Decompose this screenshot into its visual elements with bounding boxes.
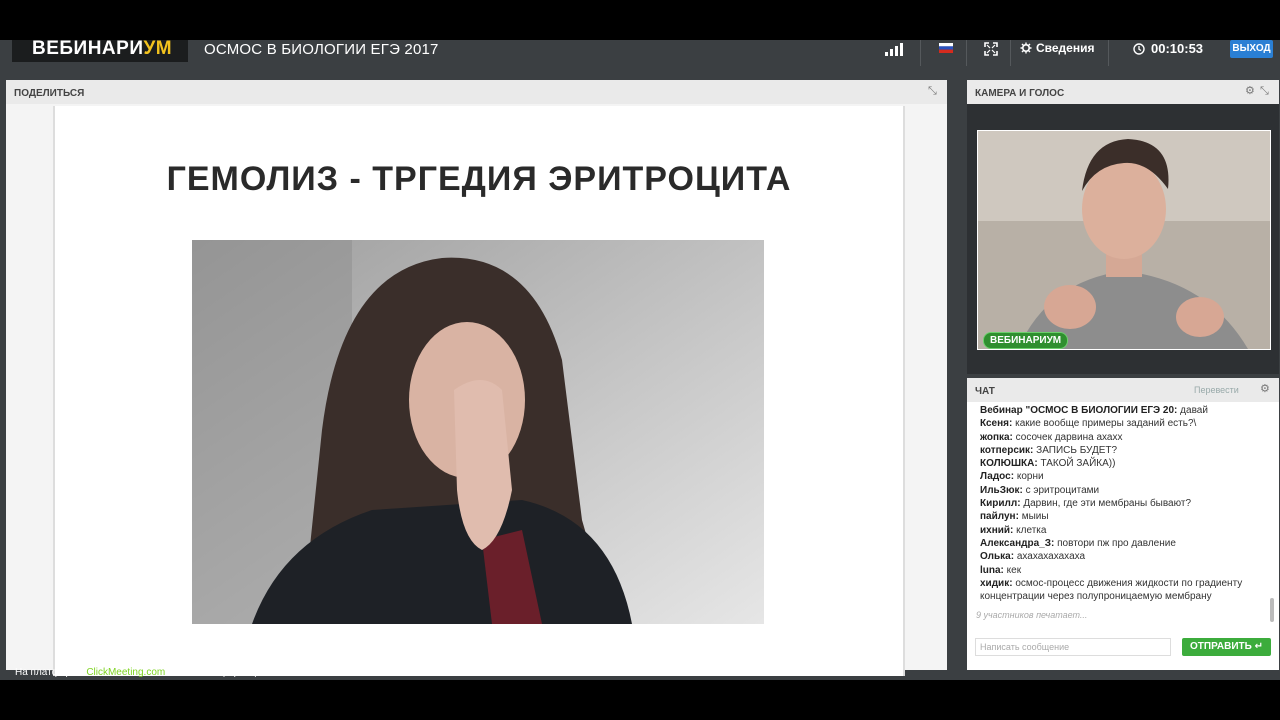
presenter-badge: ВЕБИНАРИУМ	[983, 332, 1069, 349]
logo-text: ВЕБИНАРИ	[32, 38, 144, 59]
chat-panel: ЧАТ Перевести ⚙ Вебинар "ОСМОС В БИОЛОГИ…	[967, 378, 1279, 670]
slide-title: ГЕМОЛИЗ - ТРГЕДИЯ ЭРИТРОЦИТА	[166, 160, 792, 198]
timer-value: 00:10:53	[1151, 41, 1204, 56]
chat-message-input[interactable]	[975, 638, 1171, 656]
webinar-title: ОСМОС В БИОЛОГИИ ЕГЭ 2017	[204, 41, 439, 58]
language-flag-icon[interactable]	[939, 43, 953, 53]
session-timer: 00:10:53	[1133, 41, 1203, 56]
settings-icon[interactable]: ⚙	[1245, 85, 1255, 97]
chat-header: ЧАТ Перевести ⚙	[967, 378, 1279, 402]
camera-panel-title: КАМЕРА И ГОЛОС	[975, 88, 1065, 99]
chat-message: котперсик: ЗАПИСЬ БУДЕТ?	[980, 444, 1276, 457]
top-bar: ВЕБИНАРИУМ ОСМОС В БИОЛОГИИ ЕГЭ 2017 Све…	[0, 38, 1280, 66]
exit-button[interactable]: ВЫХОД	[1230, 40, 1273, 58]
chat-message: Вебинар "ОСМОС В БИОЛОГИИ ЕГЭ 20: давай	[980, 404, 1276, 417]
slide-area: ГЕМОЛИЗ - ТРГЕДИЯ ЭРИТРОЦИТА	[6, 104, 947, 676]
info-label: Сведения	[1036, 41, 1095, 55]
expand-icon[interactable]: ⤡	[928, 85, 937, 97]
toolbar-divider	[1108, 40, 1109, 66]
chat-message-author: Александра_З:	[980, 537, 1055, 549]
chat-message: ИльЗюк: с эритроцитами	[980, 484, 1276, 497]
clock-icon	[1133, 42, 1145, 55]
chat-message-author: жопка:	[980, 431, 1013, 443]
chat-message: Ладос: корни	[980, 470, 1276, 483]
chat-message: хидик: осмос-процесс движения жидкости п…	[980, 577, 1276, 604]
chat-message-author: хидик:	[980, 577, 1013, 589]
share-panel-header: ПОДЕЛИТЬСЯ ⤡	[6, 80, 947, 104]
chat-message-author: пайлун:	[980, 511, 1019, 523]
translate-link[interactable]: Перевести	[1194, 376, 1239, 404]
chat-message-text: ТАКОЙ ЗАЙКА))	[1040, 458, 1116, 470]
chat-message-text: какие вообще примеры заданий есть?\	[1015, 418, 1197, 430]
chat-message-text: мыиы	[1021, 511, 1049, 523]
chat-message-author: Вебинар "ОСМОС В БИОЛОГИИ ЕГЭ 20:	[980, 405, 1178, 416]
chat-message-text: осмос-процесс движения жидкости по гради…	[980, 577, 1243, 603]
logo-accent-text: УМ	[143, 38, 173, 59]
chat-message-author: Ксеня:	[980, 418, 1013, 430]
logo: ВЕБИНАРИУМ	[12, 38, 189, 62]
info-button[interactable]: Сведения	[1020, 41, 1094, 55]
chat-settings-icon[interactable]: ⚙	[1260, 383, 1270, 395]
toolbar-divider	[1010, 40, 1011, 66]
chat-message-author: Олька:	[980, 551, 1015, 563]
camera-panel-header: КАМЕРА И ГОЛОС ⚙ ⤡	[967, 80, 1279, 104]
chat-message: Олька: ахахахахахаха	[980, 550, 1276, 563]
chat-message: Кирилл: Дарвин, где эти мембраны бывают?	[980, 497, 1276, 510]
toolbar-divider	[966, 40, 967, 66]
send-button[interactable]: ОТПРАВИТЬ ↵	[1182, 638, 1271, 656]
chat-message-text: Дарвин, где эти мембраны бывают?	[1023, 498, 1192, 510]
chat-message-author: Кирилл:	[980, 498, 1021, 510]
chat-message: Александра_З: повтори пж про давление	[980, 537, 1276, 550]
chat-message-author: котперсик:	[980, 444, 1034, 456]
chat-scrollbar[interactable]	[1270, 598, 1274, 622]
chat-message-text: ЗАПИСЬ БУДЕТ?	[1036, 444, 1118, 456]
enter-icon: ↵	[1254, 641, 1263, 652]
share-panel-title: ПОДЕЛИТЬСЯ	[14, 88, 85, 99]
presenter-video[interactable]	[977, 130, 1271, 350]
expand-icon[interactable]: ⤡	[1260, 85, 1269, 97]
webinar-app: ВЕБИНАРИУМ ОСМОС В БИОЛОГИИ ЕГЭ 2017 Све…	[0, 38, 1280, 680]
chat-message: Ксеня: какие вообще примеры заданий есть…	[980, 417, 1276, 430]
chat-message-author: luna:	[980, 564, 1004, 576]
crying-woman-photo	[192, 240, 764, 624]
camera-panel: КАМЕРА И ГОЛОС ⚙ ⤡ ВЕБИНАРИУМ	[967, 80, 1279, 374]
chat-message: жопка: сосочек дарвина ахахх	[980, 431, 1276, 444]
chat-message-text: с эритроцитами	[1025, 484, 1100, 496]
chat-message-text: давай	[1180, 405, 1208, 416]
footer: На платформе ClickMeeting.com - Вести ко…	[15, 667, 269, 678]
fullscreen-icon[interactable]	[984, 42, 998, 56]
signal-strength-icon[interactable]	[885, 42, 907, 56]
footer-suffix: - Вести конференцию	[168, 667, 270, 678]
typing-status: 9 участников печатает...	[976, 610, 1088, 620]
footer-prefix: На платформе	[15, 667, 84, 678]
presentation-slide: ГЕМОЛИЗ - ТРГЕДИЯ ЭРИТРОЦИТА	[53, 106, 905, 676]
chat-message-text: корни	[1016, 471, 1044, 483]
chat-message-author: ИльЗюк:	[980, 484, 1023, 496]
chat-message-text: кек	[1006, 564, 1022, 576]
chat-message: luna: кек	[980, 564, 1276, 577]
toolbar-divider	[920, 40, 921, 66]
chat-message-text: ахахахахахаха	[1016, 551, 1086, 563]
chat-message-author: Ладос:	[980, 471, 1015, 483]
chat-message: ихний: клетка	[980, 524, 1276, 537]
chat-message-text: клетка	[1016, 524, 1047, 536]
chat-message: пайлун: мыиы	[980, 510, 1276, 523]
chat-message-text: сосочек дарвина ахахх	[1015, 431, 1123, 443]
send-label: ОТПРАВИТЬ	[1190, 641, 1252, 652]
clickmeeting-link[interactable]: ClickMeeting.com	[86, 667, 165, 678]
gear-icon	[1020, 42, 1032, 54]
chat-title: ЧАТ	[975, 386, 995, 397]
share-panel: ПОДЕЛИТЬСЯ ⤡ ГЕМОЛИЗ - ТРГЕДИЯ ЭРИТРОЦИТ…	[6, 80, 947, 676]
chat-message-author: ихний:	[980, 524, 1014, 536]
chat-message: КОЛЮШКА: ТАКОЙ ЗАЙКА))	[980, 457, 1276, 470]
chat-message-author: КОЛЮШКА:	[980, 458, 1038, 470]
chat-message-text: повтори пж про давление	[1057, 537, 1176, 549]
chat-messages: Вебинар "ОСМОС В БИОЛОГИИ ЕГЭ 20: давай К…	[980, 404, 1276, 604]
